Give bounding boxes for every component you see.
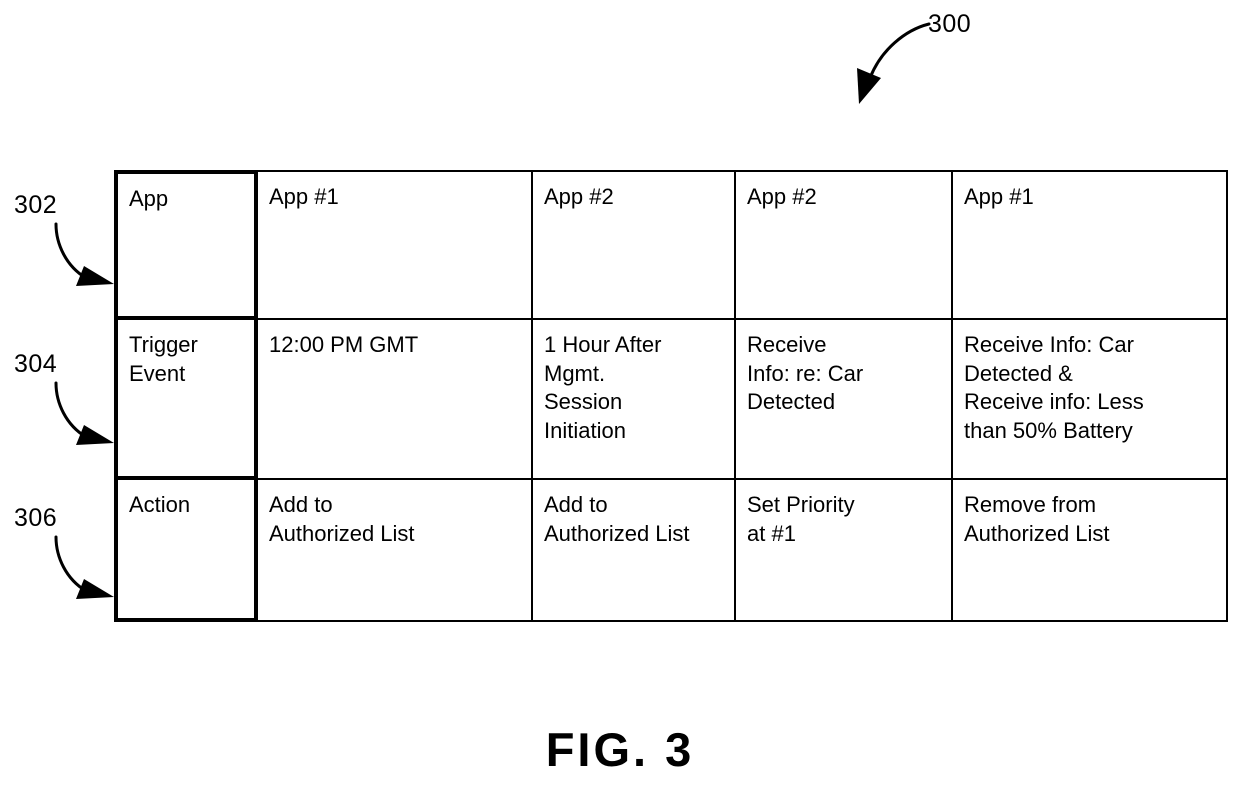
- cell-action-col4: Remove from Authorized List: [953, 480, 1228, 622]
- cell-app-col1: App #1: [258, 170, 533, 320]
- figure-reference-leader-arrow: [857, 22, 931, 104]
- cell-app-col4-text: App #1: [964, 184, 1034, 209]
- row-reference-leader-arrow-app: [54, 222, 114, 286]
- row-header-app: App: [114, 170, 258, 320]
- cell-trigger-col1: 12:00 PM GMT: [258, 320, 533, 480]
- cell-trigger-col3-text: Receive Info: re: Car Detected: [747, 332, 864, 415]
- table-row-action: Action Add to Authorized List Add to Aut…: [114, 480, 1228, 622]
- row-header-trigger-event-label: Trigger Event: [129, 332, 198, 386]
- cell-action-col4-text: Remove from Authorized List: [964, 492, 1110, 546]
- app-trigger-action-table: App App #1 App #2 App #2 App #1 Trigger …: [114, 170, 1228, 622]
- row-reference-numeral-action: 306: [14, 504, 58, 532]
- cell-app-col2: App #2: [533, 170, 736, 320]
- row-header-action-label: Action: [129, 492, 191, 517]
- cell-app-col1-text: App #1: [269, 184, 339, 209]
- cell-trigger-col4: Receive Info: Car Detected & Receive inf…: [953, 320, 1228, 480]
- cell-trigger-col3: Receive Info: re: Car Detected: [736, 320, 953, 480]
- cell-action-col3: Set Priority at #1: [736, 480, 953, 622]
- row-reference-leader-arrow-trigger-event: [54, 381, 114, 445]
- figure-caption: FIG. 3: [545, 723, 695, 776]
- cell-trigger-col2-text: 1 Hour After Mgmt. Session Initiation: [544, 332, 662, 443]
- table-row-trigger-event: Trigger Event 12:00 PM GMT 1 Hour After …: [114, 320, 1228, 480]
- cell-action-col2: Add to Authorized List: [533, 480, 736, 622]
- row-reference-numeral-trigger-event: 304: [14, 350, 58, 378]
- cell-app-col2-text: App #2: [544, 184, 614, 209]
- row-header-app-label: App: [129, 186, 169, 211]
- table-row-app: App App #1 App #2 App #2 App #1: [114, 170, 1228, 320]
- row-header-action: Action: [114, 480, 258, 622]
- cell-trigger-col1-text: 12:00 PM GMT: [269, 332, 419, 357]
- cell-action-col2-text: Add to Authorized List: [544, 492, 690, 546]
- cell-action-col3-text: Set Priority at #1: [747, 492, 855, 546]
- cell-action-col1: Add to Authorized List: [258, 480, 533, 622]
- cell-app-col3-text: App #2: [747, 184, 817, 209]
- cell-action-col1-text: Add to Authorized List: [269, 492, 415, 546]
- row-header-trigger-event: Trigger Event: [114, 320, 258, 480]
- cell-app-col4: App #1: [953, 170, 1228, 320]
- row-reference-numeral-app: 302: [14, 191, 58, 219]
- cell-trigger-col4-text: Receive Info: Car Detected & Receive inf…: [964, 332, 1144, 443]
- cell-trigger-col2: 1 Hour After Mgmt. Session Initiation: [533, 320, 736, 480]
- row-reference-leader-arrow-action: [54, 535, 114, 599]
- cell-app-col3: App #2: [736, 170, 953, 320]
